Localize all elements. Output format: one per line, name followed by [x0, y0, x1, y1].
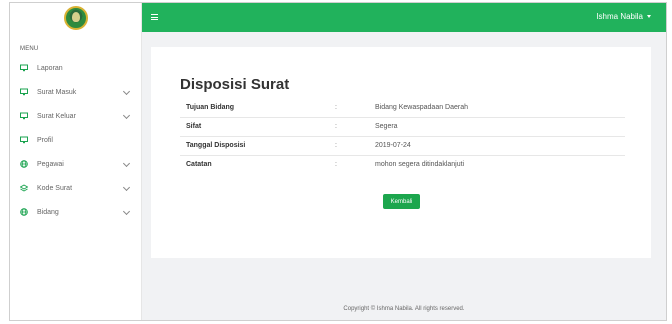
- menu-heading: MENU: [20, 46, 39, 52]
- row-label: Tujuan Bidang: [186, 103, 235, 111]
- globe-icon: [20, 160, 28, 168]
- sidebar-item-kode-surat[interactable]: Kode Surat: [10, 176, 141, 200]
- screen-icon: [20, 64, 28, 72]
- sidebar-item-surat-masuk[interactable]: Surat Masuk: [10, 80, 141, 104]
- screen-icon: [20, 88, 28, 96]
- sidebar-item-label: Surat Keluar: [37, 112, 76, 120]
- table-row: Tanggal Disposisi : 2019-07-24: [180, 135, 625, 155]
- sidebar-item-pegawai[interactable]: Pegawai: [10, 152, 141, 176]
- sidebar-item-label: Bidang: [37, 208, 59, 216]
- hamburger-menu-icon[interactable]: [151, 14, 158, 20]
- sidebar-item-label: Pegawai: [37, 160, 64, 168]
- sidebar-item-profil[interactable]: Profil: [10, 128, 141, 152]
- row-separator: :: [335, 103, 337, 111]
- row-label: Catatan: [180, 154, 335, 174]
- row-value: Segera: [375, 116, 625, 136]
- table-row: Sifat : Segera: [180, 116, 625, 136]
- sidebar-item-label: Surat Masuk: [37, 88, 77, 96]
- sidebar-item-laporan[interactable]: Laporan: [10, 56, 141, 80]
- logo-area: [10, 3, 141, 32]
- sidebar-item-label: Profil: [37, 136, 53, 144]
- topbar: Ishma Nabila: [142, 3, 666, 32]
- screen-icon: [20, 136, 28, 144]
- logo[interactable]: [63, 5, 88, 30]
- sidebar-menu: Laporan Surat Masuk Surat Keluar Profil …: [10, 56, 141, 224]
- footer-copyright: Copyright © Ishma Nabila. All rights res…: [343, 306, 465, 312]
- chevron-down-icon: [122, 111, 131, 120]
- chevron-down-icon: [122, 183, 131, 192]
- globe-icon: [20, 208, 28, 216]
- page-title: Disposisi Surat: [180, 76, 290, 93]
- sidebar-item-bidang[interactable]: Bidang: [10, 200, 141, 224]
- table-row: Catatan : mohon segera ditindaklanjuti: [180, 154, 625, 174]
- row-value: 2019-07-24: [375, 135, 625, 155]
- sidebar-item-label: Laporan: [37, 64, 63, 72]
- user-menu[interactable]: Ishma Nabila: [596, 12, 651, 21]
- disposisi-detail-table: Tujuan Bidang : Bidang Kewaspadaan Daera…: [180, 98, 625, 174]
- sidebar-item-surat-keluar[interactable]: Surat Keluar: [10, 104, 141, 128]
- chevron-down-icon: [122, 159, 131, 168]
- row-value: mohon segera ditindaklanjuti: [375, 154, 625, 174]
- stack-icon: [20, 184, 28, 192]
- row-label: Sifat: [180, 116, 335, 136]
- sidebar-item-label: Kode Surat: [37, 184, 73, 192]
- row-value: Bidang Kewaspadaan Daerah: [375, 103, 469, 111]
- kembali-button[interactable]: Kembali: [383, 194, 420, 209]
- app-window: MENU Laporan Surat Masuk Surat Keluar Pr…: [9, 2, 667, 321]
- user-name: Ishma Nabila: [596, 12, 643, 21]
- caret-down-icon: [647, 15, 651, 18]
- chevron-down-icon: [122, 207, 131, 216]
- row-separator: :: [335, 154, 375, 174]
- table-row: Tujuan Bidang : Bidang Kewaspadaan Daera…: [180, 98, 625, 117]
- row-separator: :: [335, 135, 375, 155]
- row-separator: :: [335, 116, 375, 136]
- disposisi-card: Disposisi Surat Tujuan Bidang : Bidang K…: [151, 47, 651, 258]
- sidebar: MENU Laporan Surat Masuk Surat Keluar Pr…: [10, 3, 142, 320]
- row-label: Tanggal Disposisi: [180, 135, 335, 155]
- screen-icon: [20, 112, 28, 120]
- chevron-down-icon: [122, 87, 131, 96]
